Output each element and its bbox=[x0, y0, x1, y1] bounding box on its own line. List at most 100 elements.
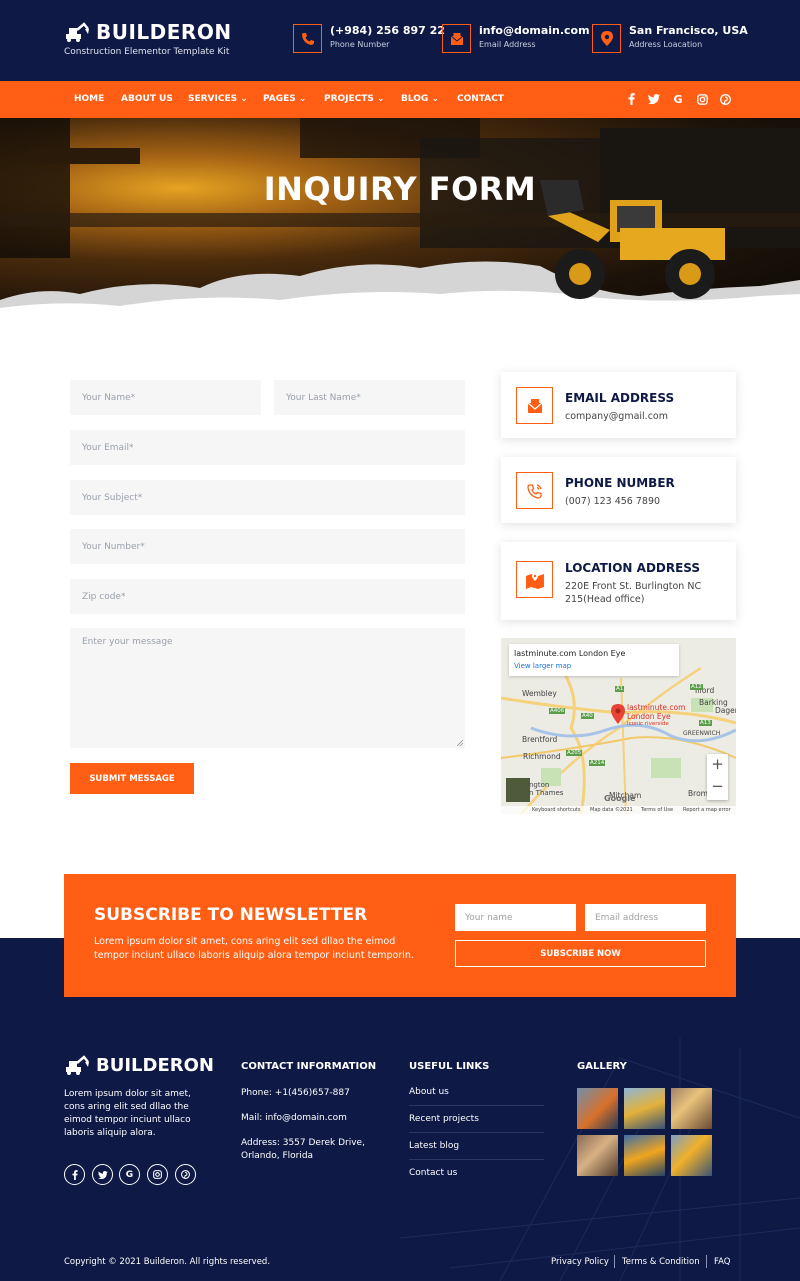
newsletter-name-input[interactable]: Your name bbox=[455, 904, 576, 931]
footer-link-about-us[interactable]: About us bbox=[409, 1087, 544, 1106]
chevron-down-icon: ⌄ bbox=[377, 94, 385, 104]
footer-logo[interactable]: BUILDERON bbox=[64, 1054, 214, 1076]
gallery-image[interactable] bbox=[624, 1088, 665, 1129]
nav-blog-label: BLOG bbox=[401, 94, 429, 104]
zip-code-input[interactable]: Zip code* bbox=[70, 579, 465, 614]
gallery-image[interactable] bbox=[577, 1135, 618, 1176]
nav-contact[interactable]: CONTACT bbox=[457, 81, 504, 118]
map-place-card: lastminute.com London Eye View larger ma… bbox=[509, 644, 679, 676]
google-icon[interactable]: G bbox=[119, 1164, 140, 1185]
message-textarea[interactable]: Enter your message bbox=[70, 628, 465, 748]
link-divider bbox=[706, 1255, 707, 1268]
gallery-image[interactable] bbox=[577, 1088, 618, 1129]
email-input[interactable]: Your Email* bbox=[70, 430, 465, 465]
chevron-down-icon: ⌄ bbox=[298, 94, 307, 104]
location-info-line1: 220E Front St. Burlington NC bbox=[565, 581, 702, 592]
map-label: Dagen bbox=[715, 706, 736, 715]
nav-about-us[interactable]: ABOUT US bbox=[121, 81, 173, 118]
email-info-title: EMAIL ADDRESS bbox=[565, 391, 675, 405]
google-icon[interactable]: G bbox=[671, 92, 685, 106]
nav-home[interactable]: HOME bbox=[74, 81, 104, 118]
terms-of-use-link[interactable]: Terms of Use bbox=[641, 807, 673, 813]
first-name-input[interactable]: Your Name* bbox=[70, 380, 261, 415]
zoom-out-button[interactable]: − bbox=[707, 777, 728, 795]
road-label: A1 bbox=[615, 686, 625, 692]
map-marker-icon[interactable] bbox=[611, 704, 625, 724]
map-label: n Thames bbox=[529, 789, 564, 797]
envelope-icon bbox=[442, 24, 471, 53]
footer-link-latest-blog[interactable]: Latest blog bbox=[409, 1141, 544, 1160]
map-marker-label: London Eye bbox=[627, 712, 671, 721]
map-marker-label: lastminute.com bbox=[627, 703, 686, 712]
facebook-icon[interactable] bbox=[624, 92, 638, 106]
footer-about-text: Lorem ipsum dolor sit amet, cons aring e… bbox=[64, 1089, 191, 1138]
number-input[interactable]: Your Number* bbox=[70, 529, 465, 564]
nav-services[interactable]: SERVICES ⌄ bbox=[188, 81, 248, 118]
header-email-value: info@domain.com bbox=[479, 24, 590, 37]
contact-info-heading: CONTACT INFORMATION bbox=[241, 1061, 377, 1072]
footer-mail[interactable]: Mail: info@domain.com bbox=[241, 1112, 347, 1125]
instagram-icon[interactable] bbox=[695, 92, 709, 106]
header-email[interactable]: info@domain.com Email Address bbox=[442, 24, 590, 53]
road-label: A40 bbox=[581, 713, 594, 719]
top-header: BUILDERON Construction Elementor Templat… bbox=[0, 0, 800, 81]
google-logo: Google bbox=[604, 794, 636, 803]
nav-projects[interactable]: PROJECTS ⌄ bbox=[324, 81, 385, 118]
submit-message-button[interactable]: SUBMIT MESSAGE bbox=[70, 763, 194, 794]
pinterest-icon[interactable] bbox=[718, 92, 732, 106]
resize-handle-icon[interactable] bbox=[457, 740, 463, 746]
view-larger-map-link[interactable]: View larger map bbox=[514, 662, 571, 670]
logo[interactable]: BUILDERON Construction Elementor Templat… bbox=[64, 20, 232, 57]
map-label: Wembley bbox=[522, 689, 557, 698]
message-placeholder: Enter your message bbox=[82, 637, 173, 647]
envelope-icon bbox=[516, 387, 553, 424]
footer-link-contact-us[interactable]: Contact us bbox=[409, 1168, 544, 1186]
header-location[interactable]: San Francisco, USA Address Loacation bbox=[592, 24, 748, 53]
header-location-value: San Francisco, USA bbox=[629, 24, 748, 37]
excavator-logo-icon bbox=[66, 22, 89, 42]
keyboard-shortcuts-link[interactable]: Keyboard shortcuts bbox=[532, 807, 580, 813]
faq-link[interactable]: FAQ bbox=[714, 1257, 730, 1267]
newsletter-email-input[interactable]: Email address bbox=[585, 904, 706, 931]
location-info-line2: 215(Head office) bbox=[565, 594, 645, 605]
terms-condition-link[interactable]: Terms & Condition bbox=[622, 1257, 700, 1267]
chevron-down-icon: ⌄ bbox=[240, 94, 248, 104]
twitter-icon[interactable] bbox=[92, 1164, 113, 1185]
gallery-image[interactable] bbox=[624, 1135, 665, 1176]
logo-tagline: Construction Elementor Template Kit bbox=[64, 47, 230, 57]
map-location-icon bbox=[516, 561, 553, 598]
footer-link-recent-projects[interactable]: Recent projects bbox=[409, 1114, 544, 1133]
nav-services-label: SERVICES bbox=[188, 94, 238, 104]
main-nav: HOME ABOUT US SERVICES ⌄ PAGES ⌄ PROJECT… bbox=[0, 81, 800, 118]
gallery-image[interactable] bbox=[671, 1135, 712, 1176]
newsletter-title: SUBSCRIBE TO NEWSLETTER bbox=[94, 905, 368, 925]
header-phone[interactable]: (+984) 256 897 22 Phone Number bbox=[293, 24, 445, 53]
phone-info-value: (007) 123 456 7890 bbox=[565, 496, 661, 507]
google-map[interactable]: lastminute.com London Eye View larger ma… bbox=[501, 638, 736, 814]
privacy-policy-link[interactable]: Privacy Policy bbox=[551, 1257, 609, 1267]
newsletter-text: Lorem ipsum dolor sit amet, cons aring e… bbox=[94, 936, 414, 961]
road-label: A214 bbox=[589, 760, 606, 766]
road-label: A12 bbox=[690, 684, 703, 690]
gallery-image[interactable] bbox=[671, 1088, 712, 1129]
gallery-heading: GALLERY bbox=[577, 1061, 627, 1072]
report-map-error-link[interactable]: Report a map error bbox=[683, 807, 731, 813]
instagram-icon[interactable] bbox=[147, 1164, 168, 1185]
subscribe-now-button[interactable]: SUBSCRIBE NOW bbox=[455, 940, 706, 967]
location-info-title: LOCATION ADDRESS bbox=[565, 561, 701, 575]
footer-phone[interactable]: Phone: +1(456)657-887 bbox=[241, 1087, 350, 1100]
nav-blog[interactable]: BLOG ⌄ bbox=[401, 81, 439, 118]
copyright-text: Copyright © 2021 Builderon. All rights r… bbox=[64, 1257, 271, 1267]
email-info-value: company@gmail.com bbox=[565, 411, 668, 422]
map-place-name: lastminute.com London Eye bbox=[514, 649, 626, 658]
map-label: ngton bbox=[529, 781, 550, 789]
last-name-input[interactable]: Your Last Name* bbox=[274, 380, 465, 415]
pinterest-icon[interactable] bbox=[175, 1164, 196, 1185]
nav-pages[interactable]: PAGES ⌄ bbox=[263, 81, 306, 118]
zoom-in-button[interactable]: + bbox=[707, 755, 728, 773]
facebook-icon[interactable] bbox=[64, 1164, 85, 1185]
nav-pages-label: PAGES bbox=[263, 94, 296, 104]
twitter-icon[interactable] bbox=[647, 92, 661, 106]
subject-input[interactable]: Your Subject* bbox=[70, 480, 465, 515]
map-zoom-controls: + − bbox=[707, 754, 728, 800]
